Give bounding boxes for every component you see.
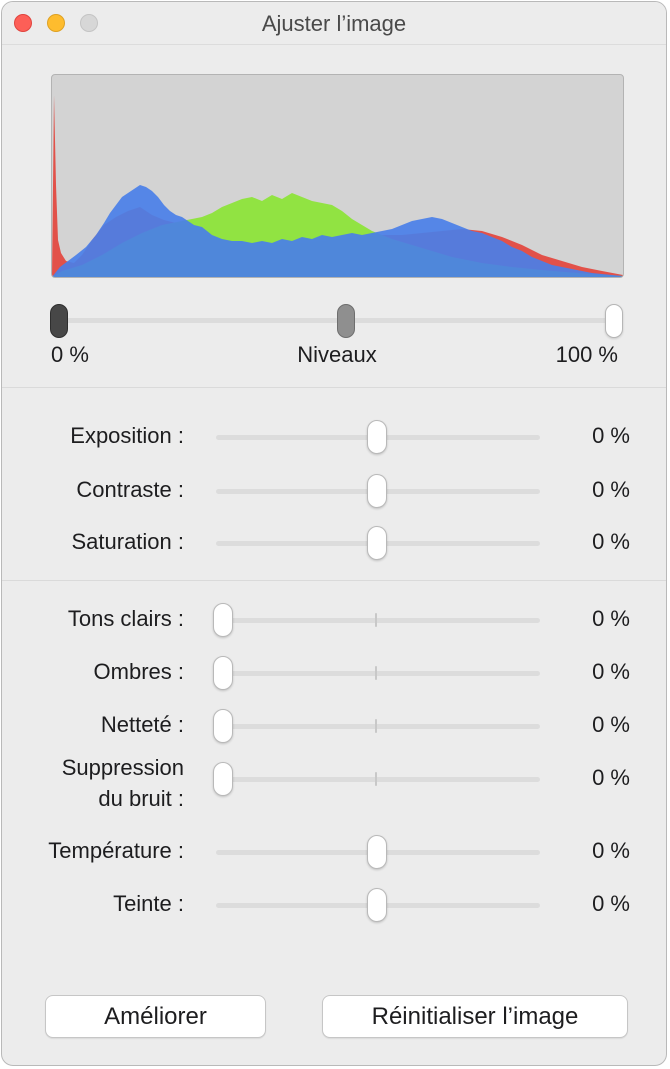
- tint-slider-handle[interactable]: [367, 888, 387, 922]
- divider: [2, 387, 666, 388]
- slider-center-tick: [375, 772, 377, 786]
- tint-label: Teinte :: [113, 891, 184, 916]
- levels-midtone-handle[interactable]: [337, 304, 355, 338]
- tint-value: 0 %: [592, 891, 630, 916]
- temperature-slider-handle[interactable]: [367, 835, 387, 869]
- title-bar: Ajuster l’image: [2, 2, 666, 45]
- histogram: [51, 74, 624, 278]
- enhance-button[interactable]: Améliorer: [45, 995, 266, 1038]
- noise-reduction-slider-track[interactable]: [216, 777, 540, 782]
- contrast-label: Contraste :: [76, 477, 184, 502]
- levels-slider-track[interactable]: [60, 318, 612, 323]
- noise-reduction-label-line2: du bruit :: [98, 786, 184, 811]
- highlights-slider-track[interactable]: [216, 618, 540, 623]
- histogram-graph: [52, 95, 623, 277]
- highlights-label: Tons clairs :: [67, 606, 184, 631]
- shadows-slider-handle[interactable]: [213, 656, 233, 690]
- noise-reduction-label-line1: Suppression: [61, 755, 184, 780]
- slider-center-tick: [375, 613, 377, 627]
- sharpness-value: 0 %: [592, 712, 630, 737]
- highlights-value: 0 %: [592, 606, 630, 631]
- shadows-label: Ombres :: [93, 659, 184, 684]
- adjust-image-window: Ajuster l’image 0 % Niveaux 100 % Exposi…: [1, 1, 667, 1066]
- sharpness-slider-track[interactable]: [216, 724, 540, 729]
- temperature-value: 0 %: [592, 838, 630, 863]
- slider-center-tick: [375, 719, 377, 733]
- levels-white-point-handle[interactable]: [605, 304, 623, 338]
- highlights-slider-handle[interactable]: [213, 603, 233, 637]
- slider-center-tick: [375, 666, 377, 680]
- saturation-slider-handle[interactable]: [367, 526, 387, 560]
- contrast-slider-handle[interactable]: [367, 474, 387, 508]
- exposure-label: Exposition :: [70, 423, 184, 448]
- divider: [2, 580, 666, 581]
- window-title: Ajuster l’image: [261, 11, 407, 36]
- exposure-slider-handle[interactable]: [367, 420, 387, 454]
- noise-reduction-slider-handle[interactable]: [213, 762, 233, 796]
- shadows-value: 0 %: [592, 659, 630, 684]
- contrast-value: 0 %: [592, 477, 630, 502]
- sharpness-slider-handle[interactable]: [213, 709, 233, 743]
- reset-image-button[interactable]: Réinitialiser l’image: [322, 995, 628, 1038]
- temperature-label: Température :: [48, 838, 184, 863]
- levels-black-point-handle[interactable]: [50, 304, 68, 338]
- saturation-value: 0 %: [592, 529, 630, 554]
- shadows-slider-track[interactable]: [216, 671, 540, 676]
- levels-max-label: 100 %: [555, 342, 618, 367]
- noise-reduction-value: 0 %: [592, 765, 630, 790]
- exposure-value: 0 %: [592, 423, 630, 448]
- saturation-label: Saturation :: [71, 529, 184, 554]
- sharpness-label: Netteté :: [100, 712, 184, 737]
